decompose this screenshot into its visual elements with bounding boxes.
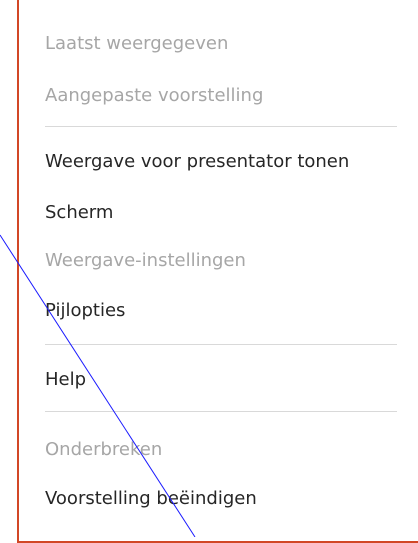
menu-item-label: Help — [45, 368, 87, 390]
menu-item-last-viewed: Laatst weergegeven — [45, 23, 418, 63]
menu-item-end-show[interactable]: Voorstelling beëindigen — [45, 478, 418, 518]
menu-item-label: Onderbreken — [45, 438, 163, 460]
menu-separator — [45, 411, 397, 412]
menu-item-screen[interactable]: Scherm — [45, 192, 418, 232]
menu-item-pause: Onderbreken — [45, 429, 418, 469]
menu-item-custom-show: Aangepaste voorstelling — [45, 75, 418, 115]
menu-item-label: Weergave voor presentator tonen — [45, 150, 350, 172]
menu-item-display-settings: Weergave-instellingen — [45, 240, 418, 280]
menu-item-pointer-options[interactable]: Pijlopties — [45, 290, 418, 330]
menu-item-label: Scherm — [45, 201, 114, 223]
menu-item-show-presenter-view[interactable]: Weergave voor presentator tonen — [45, 141, 418, 181]
menu-item-label: Aangepaste voorstelling — [45, 84, 264, 106]
menu-separator — [45, 344, 397, 345]
menu-item-label: Voorstelling beëindigen — [45, 487, 257, 509]
menu-item-label: Pijlopties — [45, 299, 126, 321]
menu-separator — [45, 126, 397, 127]
menu-item-help[interactable]: Help — [45, 359, 418, 399]
menu-item-label: Laatst weergegeven — [45, 32, 229, 54]
menu-item-label: Weergave-instellingen — [45, 249, 246, 271]
